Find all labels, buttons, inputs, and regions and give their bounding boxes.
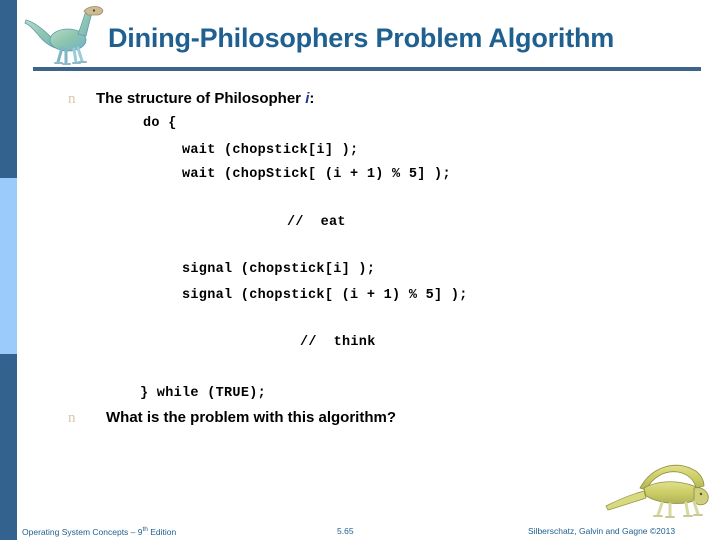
footer-edition-label: Operating System Concepts – 9th Edition: [22, 526, 176, 537]
bullet-problem-question: n What is the problem with this algorith…: [68, 409, 396, 427]
slide-title: Dining-Philosophers Problem Algorithm: [108, 23, 615, 53]
code-line-do: do {: [143, 116, 177, 131]
footer-edition-main: Operating System Concepts – 9: [22, 526, 143, 537]
sidebar-band-top: [0, 0, 17, 178]
sidebar-band-middle: [0, 178, 17, 354]
code-line-eat: // eat: [287, 215, 346, 230]
dinosaur-logo-icon: [22, 2, 108, 68]
bullet-label: The structure of Philosopher i:: [96, 90, 314, 107]
code-line-wait-1: wait (chopstick[i] );: [182, 143, 359, 158]
bullet-marker-icon: n: [68, 410, 76, 426]
code-line-think: // think: [300, 335, 376, 350]
slide-number: 5.65: [337, 526, 354, 536]
bullet-label: What is the problem with this algorithm?: [106, 409, 397, 426]
sidebar-band-bottom: [0, 354, 17, 540]
slide-canvas: Dining-Philosophers Problem Algorithm n …: [0, 0, 720, 540]
footer-edition-tail: Edition: [147, 526, 177, 537]
code-line-wait-2: wait (chopStick[ (i + 1) % 5] );: [182, 167, 451, 182]
bullet-marker-icon: n: [68, 91, 76, 107]
title-divider: [33, 67, 701, 71]
footer-copyright: Silberschatz, Galvin and Gagne ©2013: [528, 526, 676, 536]
bullet-text-before: The structure of Philosopher: [96, 90, 306, 107]
code-line-signal-1: signal (chopstick[i] );: [182, 262, 376, 277]
code-line-signal-2: signal (chopstick[ (i + 1) % 5] );: [182, 288, 468, 303]
bullet-structure-of-philosopher: n The structure of Philosopher i:: [68, 90, 314, 108]
dinosaur-logo-icon: [600, 458, 716, 518]
bullet-text-after: :: [309, 90, 315, 107]
code-line-while: } while (TRUE);: [140, 386, 267, 401]
